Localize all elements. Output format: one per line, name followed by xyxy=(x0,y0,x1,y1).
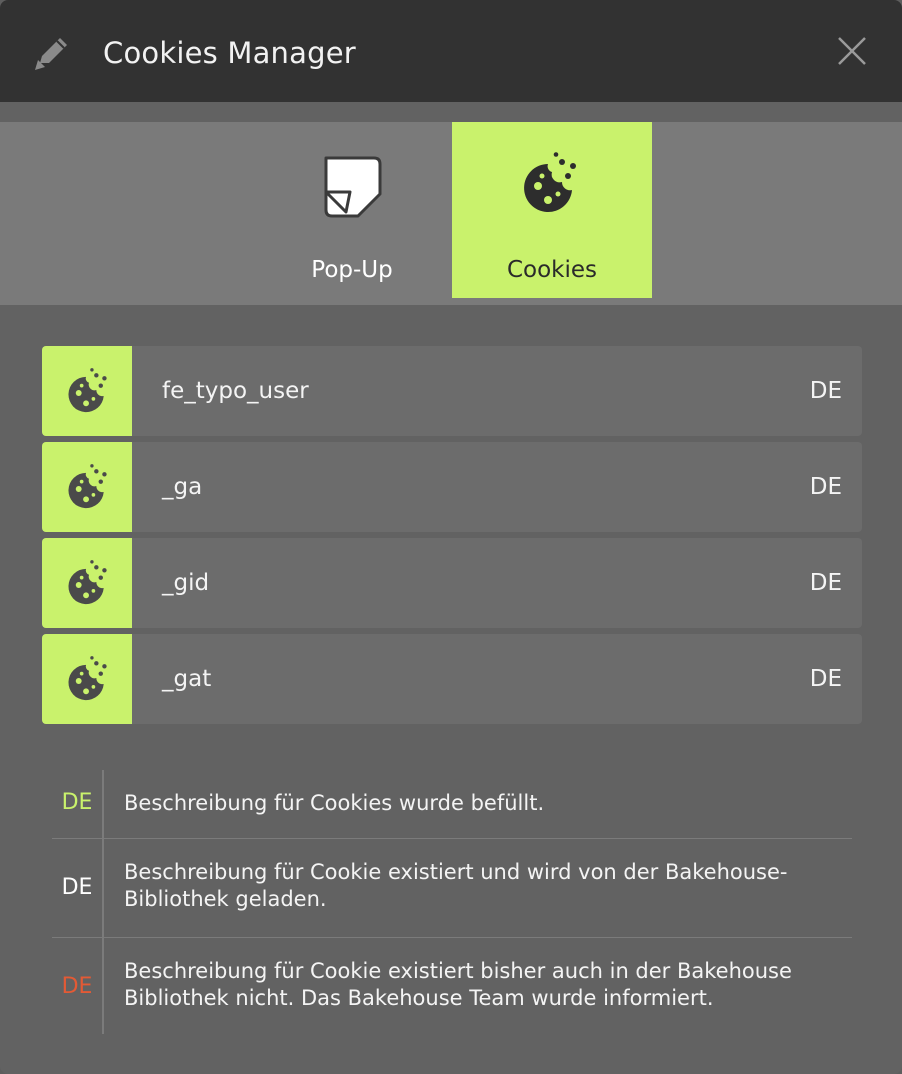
tab-cookies[interactable]: Cookies xyxy=(452,122,652,298)
modal-title: Cookies Manager xyxy=(103,36,356,70)
cookie-row[interactable]: _ga DE xyxy=(42,442,862,532)
cookie-icon xyxy=(68,656,107,701)
tab-bar: Pop-Up Cookies xyxy=(0,122,902,305)
cookie-icon xyxy=(68,464,107,509)
tab-popup-label: Pop-Up xyxy=(311,257,393,283)
cookie-lang: DE xyxy=(809,666,842,692)
cookie-lang: DE xyxy=(809,474,842,500)
cookie-name: _ga xyxy=(162,474,203,500)
cookie-badge xyxy=(42,346,132,436)
legend-code: DE xyxy=(52,770,104,838)
cookie-icon xyxy=(68,560,107,605)
cookie-icon xyxy=(68,368,107,413)
close-icon[interactable] xyxy=(834,33,870,69)
cookie-row[interactable]: _gat DE xyxy=(42,634,862,724)
tab-popup[interactable]: Pop-Up xyxy=(252,122,452,298)
cookie-lang: DE xyxy=(809,378,842,404)
cookie-badge xyxy=(42,538,132,628)
cookie-row[interactable]: fe_typo_user DE xyxy=(42,346,862,436)
legend-item-filled: DE Beschreibung für Cookies wurde befüll… xyxy=(52,770,852,839)
cookie-icon xyxy=(524,152,576,212)
legend-description: Beschreibung für Cookie existiert und wi… xyxy=(124,860,788,911)
legend-code: DE xyxy=(52,839,104,937)
cookie-name: fe_typo_user xyxy=(162,378,309,404)
cookie-name: _gat xyxy=(162,666,212,692)
status-legend: DE Beschreibung für Cookies wurde befüll… xyxy=(52,770,852,1034)
cookie-lang: DE xyxy=(809,570,842,596)
cookie-badge xyxy=(42,634,132,724)
legend-description: Beschreibung für Cookies wurde befüllt. xyxy=(124,791,545,815)
sticky-note-icon xyxy=(324,156,382,218)
cookie-name: _gid xyxy=(162,570,210,596)
cookie-row[interactable]: _gid DE xyxy=(42,538,862,628)
legend-item-library: DE Beschreibung für Cookie existiert und… xyxy=(52,839,852,938)
pencil-icon[interactable] xyxy=(32,33,72,73)
legend-code: DE xyxy=(52,938,104,1034)
tab-cookies-label: Cookies xyxy=(506,257,598,283)
cookies-manager-modal: Cookies Manager Pop-Up Cookies fe_typo_u… xyxy=(0,0,902,1074)
legend-item-missing: DE Beschreibung für Cookie existiert bis… xyxy=(52,938,852,1034)
modal-header: Cookies Manager xyxy=(0,0,902,102)
cookie-badge xyxy=(42,442,132,532)
cookie-list: fe_typo_user DE _ga DE _gid DE _gat DE xyxy=(42,346,862,730)
legend-description: Beschreibung für Cookie existiert bisher… xyxy=(124,959,792,1010)
